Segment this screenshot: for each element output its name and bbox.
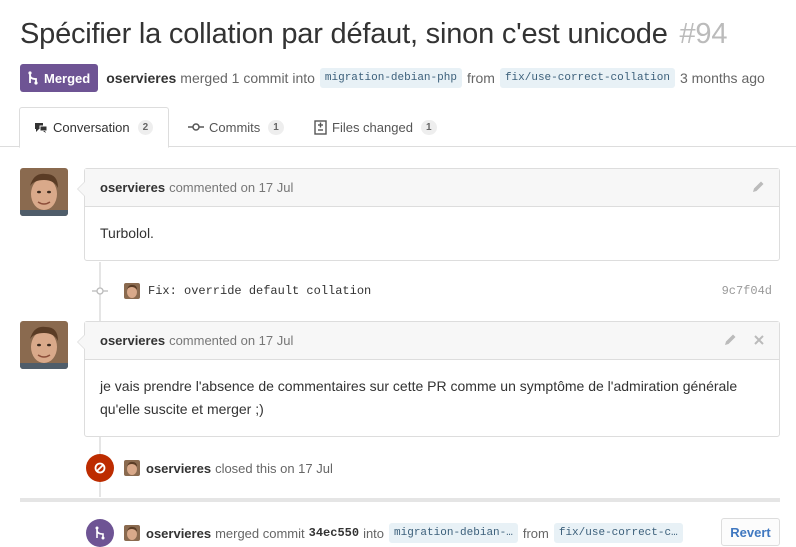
git-merge-icon <box>86 519 114 547</box>
pr-title: Spécifier la collation par défaut, sinon… <box>20 18 727 51</box>
timeline-divider <box>20 498 780 502</box>
circle-slash-icon <box>86 454 114 482</box>
from-text: from <box>522 525 549 541</box>
commit-sha[interactable]: 9c7f04d <box>722 284 772 298</box>
merged-status-label: Merged <box>44 70 91 86</box>
from-text: from <box>466 70 495 86</box>
tab-files-changed-label: Files changed <box>332 119 413 135</box>
git-commit-icon <box>188 123 204 131</box>
comment-body: je vais prendre l'absence de commentaire… <box>100 378 738 417</box>
closed-event: oservieres closed this on 17 Jul <box>86 453 333 483</box>
pr-tabs: Conversation 2 Commits 1 Files changed 1 <box>0 107 796 148</box>
tab-commits-count: 1 <box>268 119 284 135</box>
pr-author-link[interactable]: oservieres <box>106 70 176 86</box>
event-text: closed this on 17 Jul <box>215 460 333 476</box>
base-branch-label: migration-debian-… <box>389 523 518 543</box>
commit-message[interactable]: Fix: override default collation <box>148 284 371 298</box>
comment-box: oservieres commented on 17 Jul Turbolol. <box>77 168 780 261</box>
git-merge-icon <box>28 71 38 85</box>
revert-button[interactable]: Revert <box>721 518 780 546</box>
close-icon[interactable] <box>753 333 765 347</box>
tab-commits[interactable]: Commits 1 <box>174 107 298 147</box>
merged-time[interactable]: 3 months ago <box>680 70 765 86</box>
into-text: into <box>363 525 385 541</box>
merged-text: merged 1 commit into <box>180 70 315 86</box>
commit-item: Fix: override default collation 9c7f04d <box>92 280 780 302</box>
merge-text: merged commit <box>215 525 305 541</box>
merge-commit-sha[interactable]: 34ec550 <box>309 526 359 540</box>
comment-author[interactable]: oservieres <box>100 333 165 348</box>
tab-conversation-count: 2 <box>137 120 154 135</box>
git-commit-icon <box>92 287 108 295</box>
pr-title-text: Spécifier la collation par défaut, sinon… <box>20 18 668 50</box>
merged-event: oservieres merged commit 34ec550 into mi… <box>86 518 688 547</box>
comment-timestamp[interactable]: commented on 17 Jul <box>169 180 293 195</box>
comment-header: oservieres commented on 17 Jul <box>85 322 779 360</box>
avatar[interactable] <box>124 525 140 541</box>
avatar[interactable] <box>20 168 68 216</box>
merged-status-badge: Merged <box>20 64 99 92</box>
tab-conversation-label: Conversation <box>53 120 130 135</box>
tab-files-changed-count: 1 <box>420 119 437 135</box>
comment-header: oservieres commented on 17 Jul <box>85 169 779 207</box>
comment-discussion-icon <box>35 122 48 133</box>
tab-conversation[interactable]: Conversation 2 <box>19 107 169 148</box>
base-branch-label: migration-debian-php <box>319 68 462 88</box>
event-author[interactable]: oservieres <box>146 526 211 541</box>
pr-meta: Merged oservieres merged 1 commit into m… <box>20 64 765 92</box>
comment-body: Turbolol. <box>100 225 154 241</box>
pencil-icon[interactable] <box>723 333 737 347</box>
pr-number: #94 <box>679 18 728 50</box>
avatar[interactable] <box>124 283 140 299</box>
event-author[interactable]: oservieres <box>146 461 211 476</box>
comment-box: oservieres commented on 17 Jul je vais p… <box>77 321 780 437</box>
comment-timestamp[interactable]: commented on 17 Jul <box>169 333 293 348</box>
diff-icon <box>314 119 327 135</box>
avatar[interactable] <box>20 321 68 369</box>
head-branch-label: fix/use-correct-c… <box>553 523 683 543</box>
pencil-icon[interactable] <box>751 180 765 194</box>
head-branch-label: fix/use-correct-collation <box>499 68 675 88</box>
tab-commits-label: Commits <box>209 119 261 135</box>
comment-author[interactable]: oservieres <box>100 180 165 195</box>
tab-files-changed[interactable]: Files changed 1 <box>300 107 451 147</box>
avatar[interactable] <box>124 460 140 476</box>
